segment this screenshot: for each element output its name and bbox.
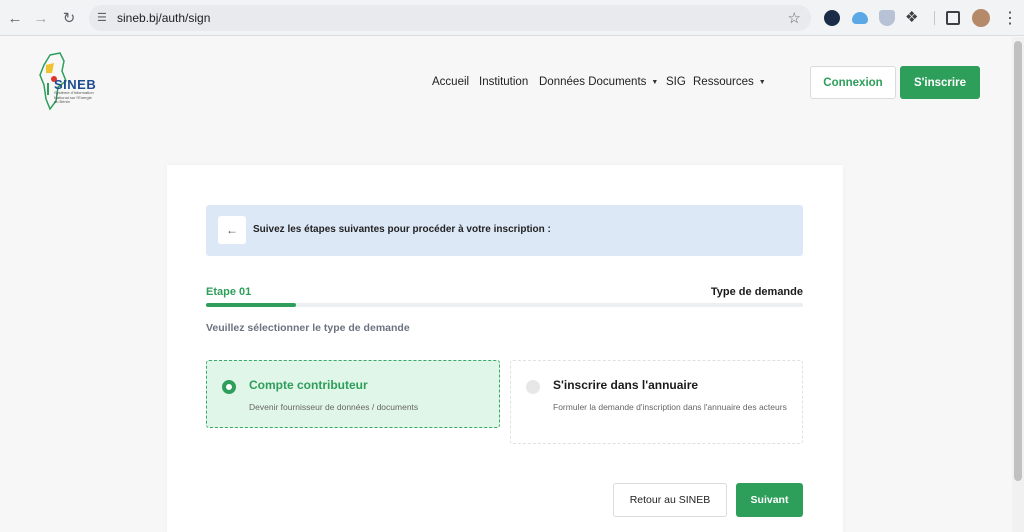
toolbar-divider [934,11,935,25]
page: SINEB Système d'Information National sur… [0,37,1012,532]
caret-down-icon: ▼ [758,78,766,86]
radio-selected-icon[interactable] [222,380,236,394]
login-button[interactable]: Connexion [810,66,896,99]
back-arrow-icon[interactable]: ← [218,216,246,244]
sidepanel-icon[interactable] [946,11,960,25]
cloud-extension-icon[interactable] [852,12,868,24]
info-banner: ← Suivez les étapes suivantes pour procé… [206,205,803,256]
browser-toolbar: ← → ↻ ☰ sineb.bj/auth/sign ☆ ❖ ⋮ [0,0,1024,36]
next-button[interactable]: Suivant [736,483,803,517]
progress-bar [206,303,803,307]
back-to-sineb-button[interactable]: Retour au SINEB [613,483,727,517]
forward-arrow-icon[interactable]: → [31,8,51,28]
nav-ressources[interactable]: Ressources ▼ [693,76,766,88]
option-title: Compte contributeur [249,378,368,392]
option-annuaire[interactable]: S'inscrire dans l'annuaire Formuler la d… [510,360,803,444]
reload-icon[interactable]: ↻ [59,8,79,28]
banner-text: Suivez les étapes suivantes pour procéde… [253,224,551,235]
signup-button[interactable]: S'inscrire [900,66,980,99]
site-settings-icon[interactable]: ☰ [97,11,111,25]
extension-icon[interactable] [824,10,840,26]
puzzle-extensions-icon[interactable]: ❖ [905,8,921,26]
scrollbar[interactable] [1012,37,1024,532]
nav-institution[interactable]: Institution [479,76,528,88]
instruction-text: Veuillez sélectionner le type de demande [206,322,410,334]
step-label: Etape 01 [206,286,252,298]
shield-extension-icon[interactable] [879,10,895,26]
nav-accueil[interactable]: Accueil [432,76,469,88]
nav-donnees-documents[interactable]: Données Documents ▼ [539,76,658,88]
more-icon[interactable]: ⋮ [1002,8,1018,28]
option-compte-contributeur[interactable]: Compte contributeur Devenir fournisseur … [206,360,500,428]
profile-avatar[interactable] [972,9,990,27]
scrollbar-thumb[interactable] [1014,41,1022,481]
bookmark-star-icon[interactable]: ☆ [788,9,801,27]
address-bar[interactable]: ☰ sineb.bj/auth/sign ☆ [89,5,811,31]
option-description: Devenir fournisseur de données / documen… [249,402,419,412]
caret-down-icon: ▼ [651,78,659,86]
nav-sig[interactable]: SIG [666,76,686,88]
option-title: S'inscrire dans l'annuaire [553,378,699,392]
radio-unselected-icon[interactable] [526,380,540,394]
option-description: Formuler la demande d'inscription dans l… [553,402,787,412]
back-arrow-icon[interactable]: ← [5,8,25,28]
step-title: Type de demande [710,286,803,298]
progress-fill [206,303,296,307]
url-text[interactable]: sineb.bj/auth/sign [117,11,210,25]
logo-subtitle: Système d'Information National sur l'Ene… [54,90,94,104]
sineb-logo[interactable]: SINEB Système d'Information National sur… [36,51,96,113]
